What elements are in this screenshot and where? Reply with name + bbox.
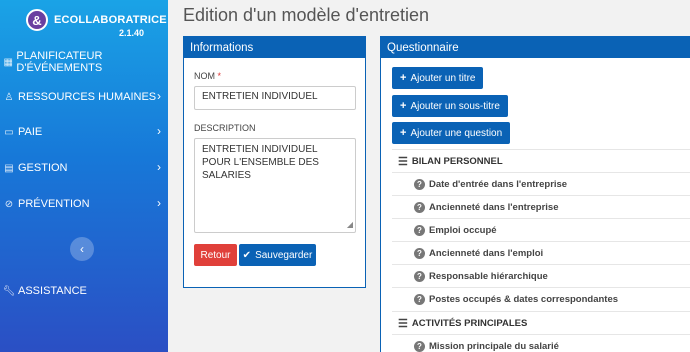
collapse-sidebar-button[interactable]: ‹ [70, 237, 94, 261]
document-icon: ▤ [4, 162, 14, 174]
page-title: Edition d'un modèle d'entretien [183, 5, 430, 25]
app-logo: & [26, 9, 48, 31]
question-row[interactable]: ? Date d'entrée dans l'entreprise [392, 172, 690, 195]
question-label: Mission principale du salarié [429, 340, 559, 352]
user-icon: ♙ [4, 91, 14, 103]
sidebar-item-label: PAIE [18, 126, 43, 138]
description-field[interactable]: ENTRETIEN INDIVIDUEL POUR L'ENSEMBLE DES… [194, 138, 356, 233]
add-question-label: Ajouter une question [410, 127, 503, 139]
question-mark-icon: ? [414, 293, 425, 305]
chevron-right-icon: › [157, 89, 161, 103]
list-icon: ☰ [398, 155, 408, 168]
question-mark-icon: ? [414, 340, 425, 352]
question-mark-icon: ? [414, 224, 425, 236]
question-row[interactable]: ? Postes occupés & dates correspondantes [392, 287, 690, 310]
question-label: Responsable hiérarchique [429, 270, 548, 282]
sidebar-item-prevention[interactable]: ⊘ PRÉVENTION › [0, 193, 168, 215]
save-button[interactable]: ✔ Sauvegarder [239, 244, 316, 266]
add-subtitle-button[interactable]: + Ajouter un sous-titre [392, 95, 508, 117]
ban-icon: ⊘ [4, 198, 14, 210]
question-mark-icon: ? [414, 270, 425, 282]
question-label: Ancienneté dans l'emploi [429, 247, 544, 259]
chevron-right-icon: › [157, 196, 161, 210]
sidebar-item-assistance[interactable]: 🔧︎ ASSISTANCE [0, 280, 168, 302]
question-row[interactable]: ? Mission principale du salarié [392, 334, 690, 352]
plus-icon: + [400, 100, 407, 112]
question-mark-icon: ? [414, 247, 425, 259]
section-row[interactable]: ☰ ACTIVITÉS PRINCIPALES [392, 311, 690, 334]
question-label: Emploi occupé [429, 224, 497, 236]
chevron-right-icon: › [157, 160, 161, 174]
panel-title: Questionnaire [381, 37, 690, 58]
card-icon: ▭ [4, 126, 14, 138]
nom-label-text: NOM [194, 71, 215, 81]
section-row[interactable]: ☰ BILAN PERSONNEL [392, 149, 690, 172]
sidebar-item-label: RESSOURCES HUMAINES [18, 91, 157, 103]
resize-handle-icon[interactable]: ◢ [347, 218, 353, 231]
retour-button[interactable]: Retour [194, 244, 237, 266]
plus-icon: + [400, 72, 407, 84]
required-mark: * [217, 71, 222, 81]
description-label: DESCRIPTION [194, 123, 256, 133]
sidebar-item-paie[interactable]: ▭ PAIE › [0, 121, 168, 143]
app-version: 2.1.40 [118, 28, 144, 38]
sidebar-item-ressources-humaines[interactable]: ♙ RESSOURCES HUMAINES › [0, 86, 168, 108]
question-mark-icon: ? [414, 178, 425, 190]
question-label: Date d'entrée dans l'entreprise [429, 178, 568, 190]
question-row[interactable]: ? Responsable hiérarchique [392, 264, 690, 287]
sidebar: & ECOLLABORATRICE 2.1.40 ▦ PLANIFICATEUR… [0, 0, 168, 352]
list-icon: ☰ [398, 317, 408, 330]
brand[interactable]: & ECOLLABORATRICE 2.1.40 [26, 9, 167, 39]
add-subtitle-label: Ajouter un sous-titre [410, 100, 500, 112]
sidebar-item-gestion[interactable]: ▤ GESTION › [0, 157, 168, 179]
brand-name: ECOLLABORATRICE [54, 14, 167, 26]
panel-title: Informations [184, 37, 365, 58]
question-label: Ancienneté dans l'entreprise [429, 201, 559, 213]
save-button-label: Sauvegarder [255, 249, 313, 261]
wrench-icon: 🔧︎ [2, 285, 16, 297]
sidebar-item-label: PRÉVENTION [18, 198, 90, 210]
calendar-icon: ▦ [3, 56, 13, 68]
plus-icon: + [400, 127, 407, 139]
description-text: ENTRETIEN INDIVIDUEL POUR L'ENSEMBLE DES… [202, 144, 319, 181]
sidebar-item-label: GESTION [18, 162, 68, 174]
question-row[interactable]: ? Ancienneté dans l'entreprise [392, 195, 690, 218]
add-title-label: Ajouter un titre [410, 72, 476, 84]
nom-field[interactable]: ENTRETIEN INDIVIDUEL [194, 86, 356, 110]
section-label: BILAN PERSONNEL [411, 155, 503, 167]
add-title-button[interactable]: + Ajouter un titre [392, 67, 484, 89]
sidebar-item-label: ASSISTANCE [18, 285, 87, 297]
questionnaire-panel: Questionnaire + Ajouter un titre + Ajout… [380, 36, 690, 352]
add-question-button[interactable]: + Ajouter une question [392, 122, 511, 144]
nom-label: NOM * [194, 71, 221, 81]
chevron-right-icon: › [157, 124, 161, 138]
question-row[interactable]: ? Emploi occupé [392, 218, 690, 241]
question-label: Postes occupés & dates correspondantes [429, 293, 619, 305]
sidebar-item-planificateur[interactable]: ▦ PLANIFICATEUR D'ÉVÉNEMENTS [0, 50, 168, 74]
sidebar-item-label: PLANIFICATEUR D'ÉVÉNEMENTS [16, 50, 103, 74]
question-mark-icon: ? [414, 201, 425, 213]
informations-panel: Informations NOM * ENTRETIEN INDIVIDUEL … [183, 36, 366, 288]
section-label: ACTIVITÉS PRINCIPALES [411, 317, 528, 329]
question-row[interactable]: ? Ancienneté dans l'emploi [392, 241, 690, 264]
check-icon: ✔ [242, 249, 252, 261]
